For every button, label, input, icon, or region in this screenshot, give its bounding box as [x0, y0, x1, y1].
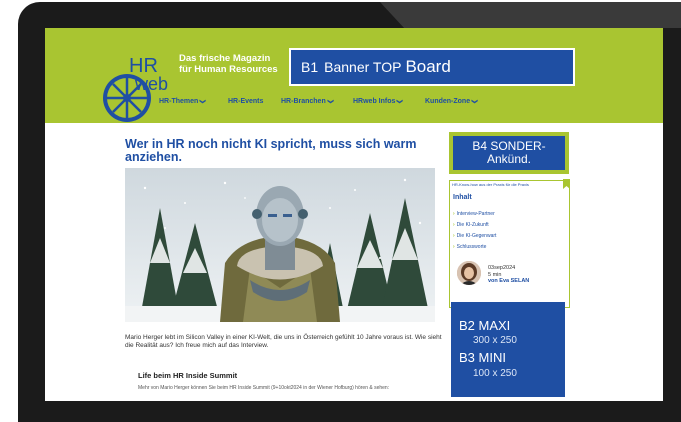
toc-item-interview-partner[interactable]: › Interview-Partner: [453, 211, 495, 217]
nav-item-hrweb-infos[interactable]: HRweb Infos ❯: [353, 98, 402, 105]
banner-text-large: Board: [405, 57, 451, 76]
section-text: Mehr von Mario Herger können Sie beim HR…: [138, 385, 390, 391]
nav-item-kunden-zone[interactable]: Kunden-Zone ❯: [425, 98, 477, 105]
b2-maxi-label: B2 MAXI: [459, 318, 511, 333]
article-title: Wer in HR noch nicht KI spricht, muss si…: [125, 137, 417, 164]
author-name[interactable]: von Eva SELAN: [488, 278, 529, 285]
table-of-contents: HR-Know-how aus der Praxis für die Praxi…: [449, 179, 570, 308]
banner-b4-sonder[interactable]: B4 SONDER- Ankünd.: [449, 132, 569, 174]
banner-top-board[interactable]: B1 Banner TOP Board: [289, 48, 575, 86]
browser-screen: HR web Das frische Magazin für Human Res…: [45, 28, 663, 401]
nav-item-hr-branchen[interactable]: HR-Branchen ❯: [281, 98, 333, 105]
chevron-right-icon: ›: [453, 244, 455, 250]
article-hero-image: [125, 168, 435, 322]
toc-title: Inhalt: [453, 194, 472, 201]
chevron-right-icon: ›: [453, 222, 455, 228]
toc-item-ki-zukunft[interactable]: › Die KI-Zukunft: [453, 222, 489, 228]
tagline-line-1: Das frische Magazin: [179, 53, 271, 64]
svg-text:web: web: [134, 74, 168, 94]
b3-mini-size: 100 x 250: [473, 368, 517, 379]
toc-item-ki-gegenwart[interactable]: › Die KI-Gegenwart: [453, 233, 496, 239]
toc-header: HR-Know-how aus der Praxis für die Praxi…: [452, 182, 529, 187]
banner-b2-b3[interactable]: B2 MAXI 300 x 250 B3 MINI 100 x 250: [451, 302, 565, 397]
chevron-down-icon: ❯: [326, 98, 333, 105]
chevron-down-icon: ❯: [396, 98, 403, 105]
toc-item-schlussworte[interactable]: › Schlussworte: [453, 244, 486, 250]
chevron-down-icon: ❯: [199, 98, 206, 105]
bookmark-icon: [563, 179, 570, 189]
site-tagline: Das frische Magazin für Human Resources: [179, 53, 278, 75]
chevron-right-icon: ›: [453, 233, 455, 239]
article-intro: Mario Herger lebt im Silicon Valley in e…: [125, 334, 442, 349]
section-heading: Life beim HR Inside Summit: [138, 371, 238, 380]
bezel-reflection: [380, 2, 681, 28]
main-nav: HR-Themen ❯ HR-Events HR-Branchen ❯ HRwe…: [45, 95, 663, 115]
b3-mini-label: B3 MINI: [459, 350, 506, 365]
chevron-right-icon: ›: [453, 211, 455, 217]
banner-code: B1: [301, 59, 319, 75]
nav-item-hr-events[interactable]: HR-Events: [228, 98, 263, 105]
chevron-down-icon: ❯: [471, 98, 478, 105]
nav-item-hr-themen[interactable]: HR-Themen ❯: [159, 98, 205, 105]
author-avatar[interactable]: [457, 261, 481, 285]
b2-maxi-size: 300 x 250: [473, 335, 517, 346]
b4-line-2: Ankünd.: [486, 152, 532, 166]
tagline-line-2: für Human Resources: [179, 64, 278, 75]
site-header: HR web Das frische Magazin für Human Res…: [45, 28, 663, 123]
article-meta: 03sep2024 5 min von Eva SELAN: [488, 265, 529, 285]
banner-text: Banner TOP: [324, 59, 402, 75]
